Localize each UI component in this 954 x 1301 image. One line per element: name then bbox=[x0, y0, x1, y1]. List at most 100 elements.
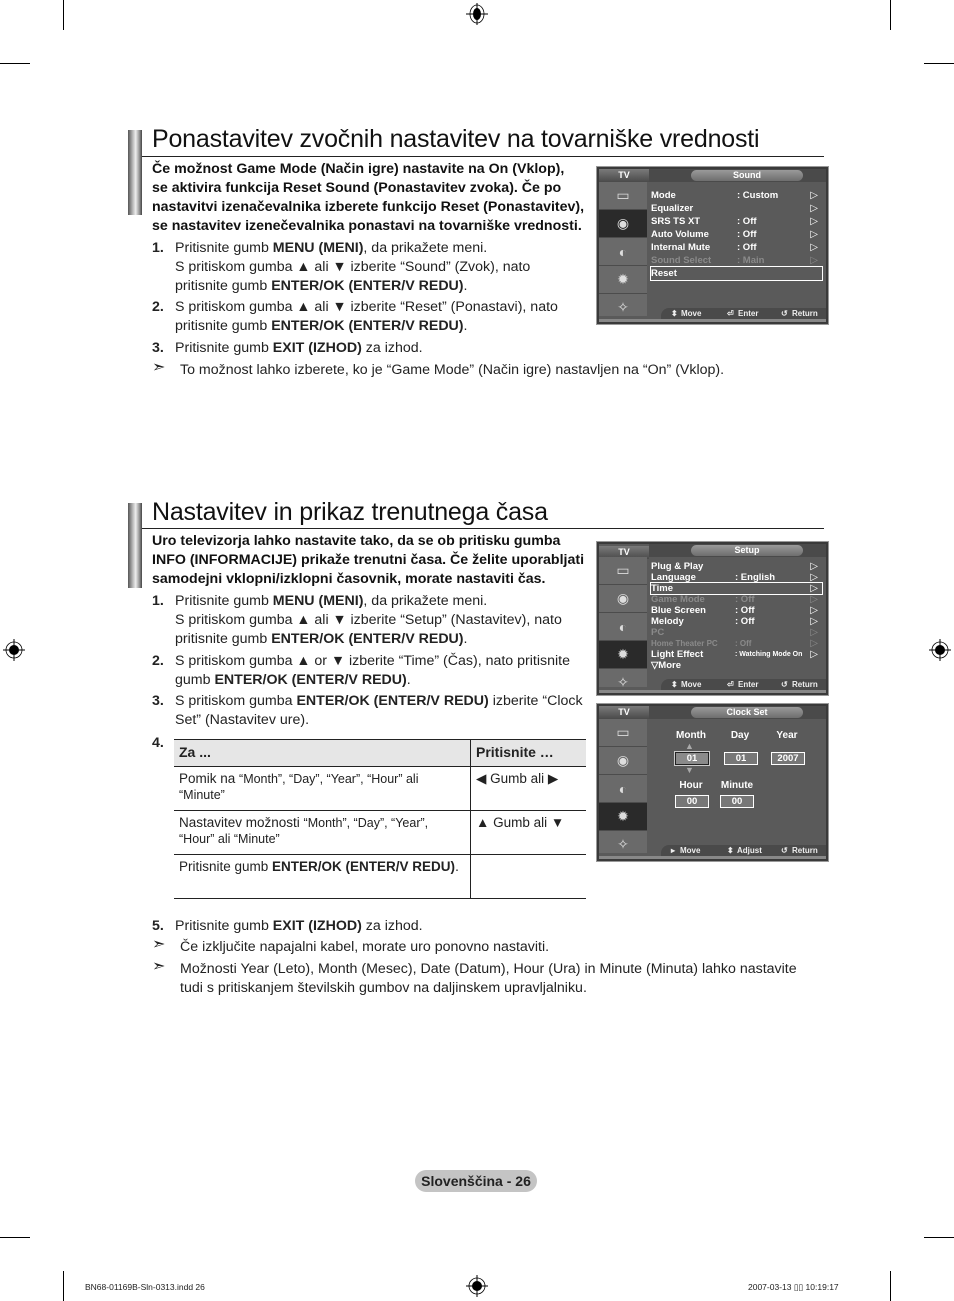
step-number: 2. bbox=[152, 653, 164, 669]
intro-line: nastavitvi izenačevalnika izberete funkc… bbox=[152, 199, 585, 215]
sound-icon[interactable]: ◉ bbox=[599, 585, 647, 613]
osd-menu-item[interactable]: Plug & Play ▷ bbox=[651, 561, 822, 572]
note-arrow-icon: ➣ bbox=[152, 936, 166, 953]
table-row: Nastavitev možnosti “Month”, “Day”, “Yea… bbox=[174, 810, 586, 855]
item-label: Mode bbox=[651, 190, 676, 201]
osd-menu-item-selected[interactable]: Reset bbox=[650, 266, 823, 281]
item-label: Home Theater PC bbox=[651, 639, 718, 648]
osd-menu-item[interactable]: Language: English ▷ bbox=[651, 572, 822, 583]
channel-icon[interactable]: ◐ bbox=[599, 775, 647, 803]
intro-line: se nastavitev izenečevalnika ponastavi n… bbox=[152, 218, 582, 234]
item-label: Blue Screen bbox=[651, 605, 706, 616]
step-text: S pritiskom gumba bbox=[175, 693, 297, 709]
chevron-right-icon: ▷ bbox=[810, 216, 818, 227]
crop-mark bbox=[0, 63, 30, 64]
picture-icon[interactable]: ▭ bbox=[599, 182, 647, 210]
item-label: Melody bbox=[651, 616, 684, 627]
osd-clock-set: TV Clock Set ▭ ◉ ◐ ✹ ✧ Month Day Year ▲ … bbox=[596, 703, 829, 862]
osd-sidebar: ▭ ◉ ◐ ✹ ✧ bbox=[599, 557, 647, 690]
setup-gear-icon[interactable]: ✹ bbox=[599, 641, 647, 669]
step-text: S pritiskom gumba ▲ ali ▼ izberite “Setu… bbox=[175, 612, 562, 628]
minute-field[interactable]: 00 bbox=[720, 795, 754, 808]
step-text: S pritiskom gumba ▲ or ▼ izberite “Time”… bbox=[175, 653, 570, 669]
setup-gear-icon[interactable]: ✹ bbox=[599, 266, 647, 294]
step-key: ENTER/OK (ENTER/V REDU) bbox=[271, 631, 464, 647]
input-icon[interactable]: ✧ bbox=[599, 831, 647, 859]
osd-menu-item[interactable]: Mode: Custom ▷ bbox=[651, 189, 822, 202]
note-arrow-icon: ➣ bbox=[152, 359, 166, 376]
section-marker bbox=[128, 503, 142, 588]
chevron-right-icon: ▷ bbox=[810, 229, 818, 240]
item-value: : Off bbox=[737, 242, 757, 253]
item-value: : Off bbox=[735, 594, 755, 605]
item-value: : Main bbox=[737, 255, 765, 266]
instructions-table: Za ... Pritisnite … Pomik na “Month”, “D… bbox=[174, 739, 586, 899]
input-icon[interactable]: ✧ bbox=[599, 294, 647, 322]
osd-menu-item: Sound Select: Main ▷ bbox=[651, 254, 822, 267]
registration-mark-icon bbox=[929, 639, 951, 661]
step-text: za izhod. bbox=[361, 340, 423, 356]
step-number: 1. bbox=[152, 240, 164, 256]
osd-menu-item[interactable]: Melody: Off ▷ bbox=[651, 616, 822, 627]
step-text: . bbox=[463, 631, 468, 647]
year-field[interactable]: 2007 bbox=[771, 752, 805, 765]
crop-mark bbox=[924, 1237, 954, 1238]
item-value: : Off bbox=[735, 616, 755, 627]
intro-line: Če možnost Game Mode (Način igre) nastav… bbox=[152, 161, 565, 177]
picture-icon[interactable]: ▭ bbox=[599, 557, 647, 585]
section-intro: Uro televizorja lahko nastavite tako, da… bbox=[152, 532, 584, 589]
section-title: Nastavitev in prikaz trenutnega časa bbox=[152, 498, 548, 526]
step-text: pritisnite gumb bbox=[175, 631, 272, 647]
hour-field[interactable]: 00 bbox=[675, 795, 709, 808]
crop-mark bbox=[0, 1237, 30, 1238]
intro-line: INFO (INFORMACIJE) prikaže trenutni časa… bbox=[152, 552, 585, 568]
osd-more-item[interactable]: ▽More bbox=[651, 660, 822, 671]
step-number: 2. bbox=[152, 299, 164, 315]
table-header-row: Za ... Pritisnite … bbox=[174, 739, 586, 767]
chevron-right-icon: ▷ bbox=[810, 255, 818, 266]
intro-line: Uro televizorja lahko nastavite tako, da… bbox=[152, 533, 561, 549]
note-text: To možnost lahko izberete, ko je “Game M… bbox=[180, 362, 725, 378]
step-number: 5. bbox=[152, 918, 164, 934]
cell-key: ENTER/OK (ENTER/V REDU) bbox=[272, 859, 456, 874]
hour-label: Hour bbox=[679, 780, 703, 791]
arrow-down-icon[interactable]: ▼ bbox=[685, 765, 694, 775]
osd-titlebar: Setup bbox=[649, 544, 826, 557]
osd-title: Setup bbox=[691, 545, 803, 556]
osd-menu-item: PC ▷ bbox=[651, 627, 822, 638]
step-text: S pritiskom gumba ▲ ali ▼ izberite “Rese… bbox=[175, 299, 558, 315]
osd-tab: TV bbox=[599, 706, 649, 719]
step-text: izberite “Clock bbox=[488, 693, 583, 709]
osd-menu-item-selected[interactable]: Time ▷ bbox=[650, 582, 823, 595]
setup-gear-icon[interactable]: ✹ bbox=[599, 803, 647, 831]
channel-icon[interactable]: ◐ bbox=[599, 613, 647, 641]
osd-menu-item[interactable]: Light Effect: Watching Mode On ▷ bbox=[651, 649, 822, 660]
osd-menu-item[interactable]: SRS TS XT: Off ▷ bbox=[651, 215, 822, 228]
day-field[interactable]: 01 bbox=[724, 752, 758, 765]
step-text: . bbox=[463, 278, 468, 294]
sound-icon[interactable]: ◉ bbox=[599, 747, 647, 775]
picture-icon[interactable]: ▭ bbox=[599, 719, 647, 747]
step-key: MENU (MENI) bbox=[272, 240, 364, 256]
osd-menu-item[interactable]: Blue Screen: Off ▷ bbox=[651, 605, 822, 616]
table-row: Pritisnite gumb ENTER/OK (ENTER/V REDU). bbox=[174, 854, 586, 899]
arrow-up-icon[interactable]: ▲ bbox=[685, 741, 694, 751]
crop-mark bbox=[63, 1271, 64, 1301]
column-header: Pritisnite … bbox=[470, 739, 586, 767]
section-intro: Če možnost Game Mode (Način igre) nastav… bbox=[152, 160, 584, 236]
item-label: Internal Mute bbox=[651, 242, 711, 253]
item-label: SRS TS XT bbox=[651, 216, 701, 227]
osd-title: Clock Set bbox=[691, 707, 803, 718]
step-text: , da prikažete meni. bbox=[363, 240, 488, 256]
osd-menu-item[interactable]: Internal Mute: Off ▷ bbox=[651, 241, 822, 254]
osd-sidebar: ▭ ◉ ◐ ✹ ✧ bbox=[599, 182, 647, 322]
item-value: : Off bbox=[735, 639, 752, 648]
month-field[interactable]: 01 bbox=[674, 751, 710, 766]
item-value: : Off bbox=[737, 229, 757, 240]
channel-icon[interactable]: ◐ bbox=[599, 238, 647, 266]
osd-menu-item[interactable]: Auto Volume: Off ▷ bbox=[651, 228, 822, 241]
sound-icon[interactable]: ◉ bbox=[599, 210, 647, 238]
print-slug-file: BN68-01169B-Sln-0313.indd 26 bbox=[85, 1282, 205, 1292]
osd-menu-item[interactable]: Equalizer ▷ bbox=[651, 202, 822, 215]
item-value: : Off bbox=[735, 605, 755, 616]
